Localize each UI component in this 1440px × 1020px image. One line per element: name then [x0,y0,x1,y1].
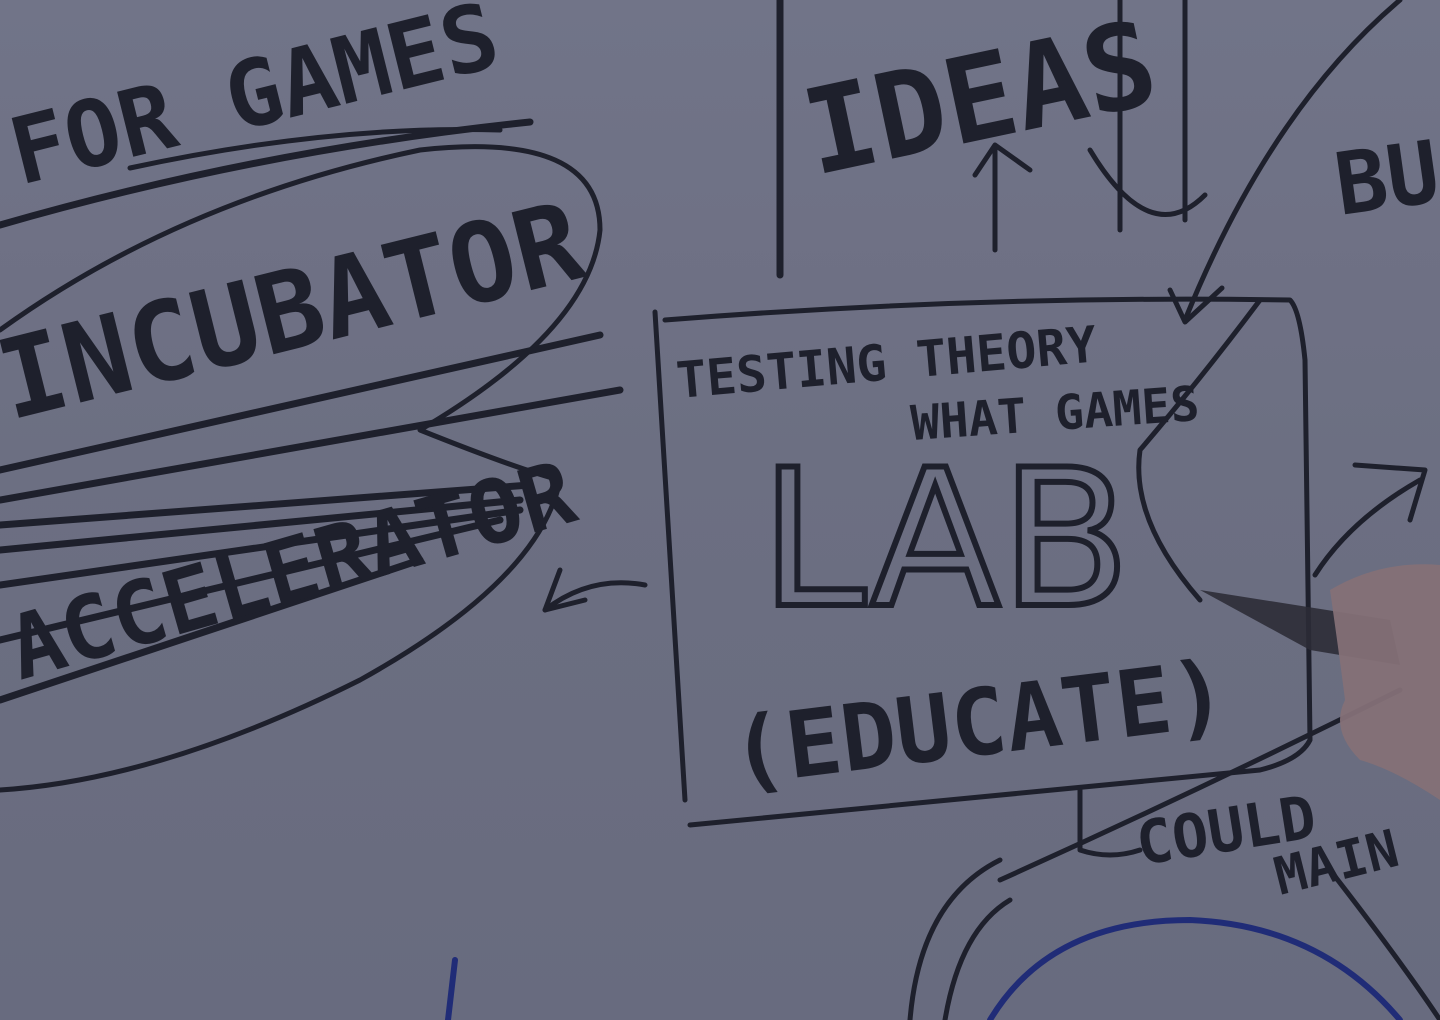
label-lab: LAB [760,429,1131,650]
arrow-out-right-head [1352,462,1428,523]
blue-stroke [445,957,458,1020]
curve-bottom-left [907,857,1003,1020]
label-build: BU [1329,122,1440,235]
label-for-games: FOR GAMES [0,0,509,206]
whiteboard-photo: FOR GAMES INCUBATOR ACCELERATOR IDEAS BU [0,0,1440,1020]
arrow-out-right [1312,477,1423,578]
blue-arc [987,916,1403,1020]
hand [1330,564,1440,800]
label-ideas: IDEAS [792,0,1168,202]
whiteboard-drawing: FOR GAMES INCUBATOR ACCELERATOR IDEAS BU [0,0,1440,1020]
ideas-arrow-head [1087,147,1208,218]
curve-bottom-right [1327,867,1440,1020]
curve-in-lab [1136,297,1263,603]
